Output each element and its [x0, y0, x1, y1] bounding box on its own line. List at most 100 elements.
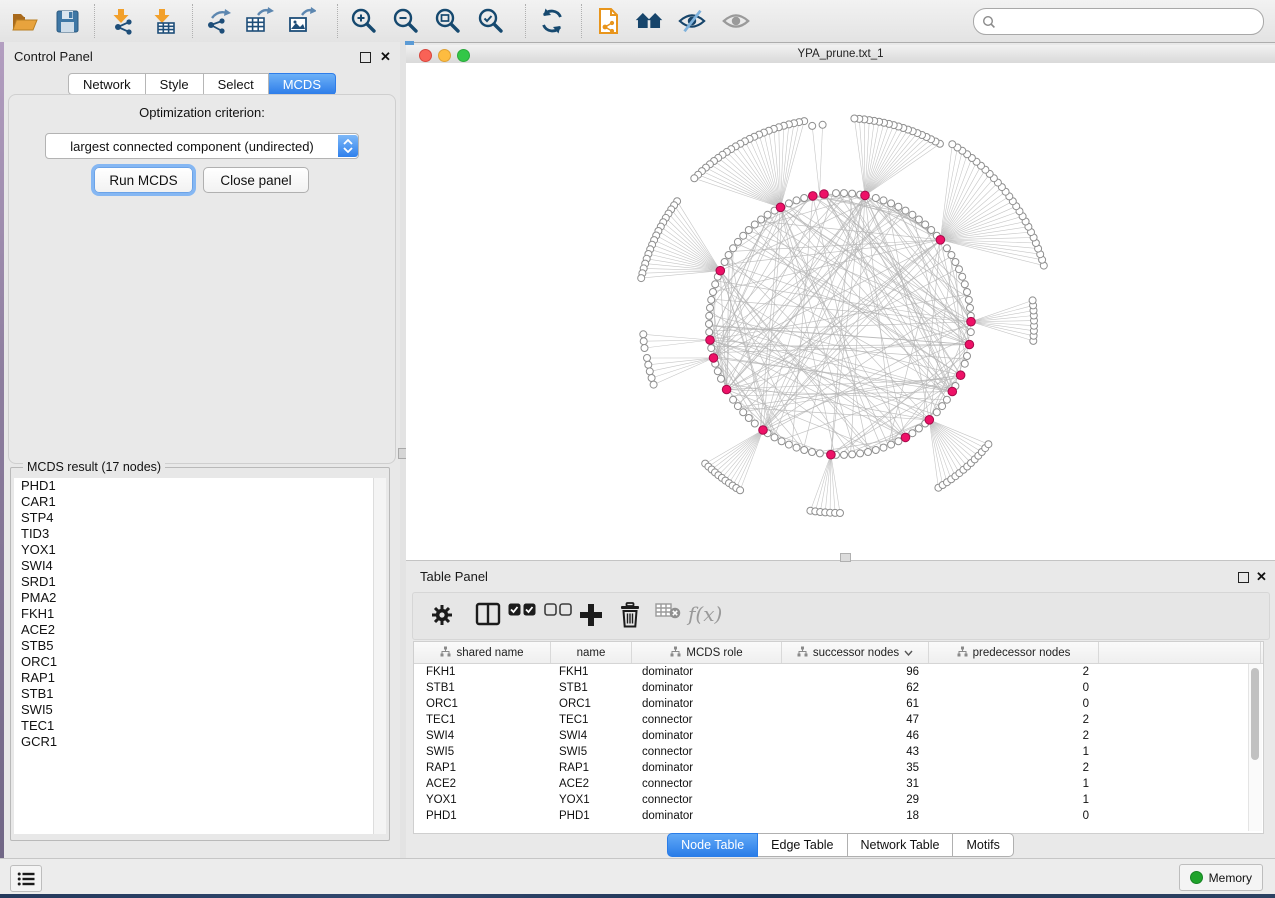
show-all-eye-icon[interactable] — [721, 6, 751, 36]
tab-network-table[interactable]: Network Table — [848, 833, 954, 857]
tab-network[interactable]: Network — [68, 73, 146, 95]
cell[interactable]: connector — [632, 794, 782, 806]
hide-selected-eye-icon[interactable] — [677, 6, 707, 36]
mcds-result-item[interactable]: SWI5 — [14, 702, 373, 718]
table-row[interactable]: PHD1PHD1dominator180 — [414, 808, 1263, 824]
cell[interactable]: FKH1 — [551, 666, 632, 678]
zoom-selected-icon[interactable] — [476, 6, 506, 36]
tab-style[interactable]: Style — [146, 73, 204, 95]
tab-mcds[interactable]: MCDS — [269, 73, 336, 95]
function-builder-icon[interactable]: f(x) — [688, 602, 722, 626]
export-network-icon[interactable] — [203, 6, 233, 36]
console-list-button[interactable] — [10, 865, 42, 892]
cell[interactable]: ACE2 — [551, 778, 632, 790]
cell[interactable]: dominator — [632, 698, 782, 710]
mcds-result-item[interactable]: TEC1 — [14, 718, 373, 734]
export-image-icon[interactable] — [286, 6, 316, 36]
refresh-icon[interactable] — [537, 6, 567, 36]
cell[interactable]: dominator — [632, 762, 782, 774]
criterion-select[interactable]: largest connected component (undirected) — [45, 133, 359, 159]
cell[interactable]: FKH1 — [414, 666, 551, 678]
cell[interactable]: STB1 — [414, 682, 551, 694]
cell[interactable]: PHD1 — [551, 810, 632, 822]
memory-button[interactable]: Memory — [1179, 864, 1263, 891]
float-table-panel-icon[interactable] — [1238, 572, 1249, 583]
cell[interactable]: 2 — [929, 714, 1099, 726]
cell[interactable]: dominator — [632, 682, 782, 694]
mcds-result-item[interactable]: PHD1 — [14, 478, 373, 494]
tab-motifs[interactable]: Motifs — [953, 833, 1013, 857]
mcds-result-item[interactable]: ACE2 — [14, 622, 373, 638]
close-table-panel-icon[interactable]: ✕ — [1256, 571, 1267, 582]
cell[interactable]: SWI4 — [414, 730, 551, 742]
table-row[interactable]: STB1STB1dominator620 — [414, 680, 1263, 696]
horizontal-splitter-handle[interactable] — [840, 553, 851, 562]
cell[interactable]: YOX1 — [551, 794, 632, 806]
column-header-MCDS-role[interactable]: MCDS role — [632, 642, 782, 663]
window-zoom-button[interactable] — [457, 49, 470, 62]
table-header-row[interactable]: shared namenameMCDS rolesuccessor nodesp… — [414, 642, 1263, 664]
tab-edge-table[interactable]: Edge Table — [758, 833, 847, 857]
mcds-result-item[interactable]: STB1 — [14, 686, 373, 702]
mcds-result-item[interactable]: YOX1 — [14, 542, 373, 558]
float-panel-icon[interactable] — [360, 52, 371, 63]
cell[interactable]: 2 — [929, 762, 1099, 774]
mcds-result-item[interactable]: STB5 — [14, 638, 373, 654]
table-row[interactable]: ACE2ACE2connector311 — [414, 776, 1263, 792]
cell[interactable]: RAP1 — [551, 762, 632, 774]
cell[interactable]: 61 — [782, 698, 929, 710]
zoom-in-icon[interactable] — [349, 6, 379, 36]
column-header-empty[interactable] — [1099, 642, 1261, 663]
mcds-result-item[interactable]: TID3 — [14, 526, 373, 542]
tab-node-table[interactable]: Node Table — [667, 833, 758, 857]
cell[interactable]: ORC1 — [414, 698, 551, 710]
cell[interactable]: 96 — [782, 666, 929, 678]
cell[interactable]: 1 — [929, 746, 1099, 758]
mcds-result-item[interactable]: STP4 — [14, 510, 373, 526]
table-row[interactable]: ORC1ORC1dominator610 — [414, 696, 1263, 712]
home-icon[interactable] — [634, 6, 664, 36]
mcds-result-item[interactable]: RAP1 — [14, 670, 373, 686]
cell[interactable]: 0 — [929, 810, 1099, 822]
cell[interactable]: 0 — [929, 682, 1099, 694]
cell[interactable]: 18 — [782, 810, 929, 822]
save-session-icon[interactable] — [52, 6, 82, 36]
cell[interactable]: PHD1 — [414, 810, 551, 822]
mcds-result-item[interactable]: FKH1 — [14, 606, 373, 622]
cell[interactable]: 31 — [782, 778, 929, 790]
window-minimize-button[interactable] — [438, 49, 451, 62]
import-network-icon[interactable] — [107, 6, 137, 36]
cell[interactable]: 1 — [929, 794, 1099, 806]
table-row[interactable]: FKH1FKH1dominator962 — [414, 664, 1263, 680]
cell[interactable]: 0 — [929, 698, 1099, 710]
network-window-titlebar[interactable]: YPA_prune.txt_1 — [406, 45, 1275, 64]
delete-column-trash-icon[interactable] — [618, 602, 642, 628]
cell[interactable]: ACE2 — [414, 778, 551, 790]
search-input[interactable] — [973, 8, 1264, 35]
cell[interactable]: ORC1 — [551, 698, 632, 710]
cell[interactable]: 29 — [782, 794, 929, 806]
mcds-result-list[interactable]: PHD1CAR1STP4TID3YOX1SWI4SRD1PMA2FKH1ACE2… — [14, 478, 373, 834]
mcds-result-item[interactable]: SRD1 — [14, 574, 373, 590]
cell[interactable]: 46 — [782, 730, 929, 742]
import-table-icon[interactable] — [148, 6, 178, 36]
cell[interactable]: dominator — [632, 730, 782, 742]
table-scrollbar[interactable] — [1248, 664, 1262, 831]
cell[interactable]: connector — [632, 714, 782, 726]
mcds-result-item[interactable]: GCR1 — [14, 734, 373, 750]
column-header-successor-nodes[interactable]: successor nodes — [782, 642, 929, 663]
cell[interactable]: dominator — [632, 666, 782, 678]
cell[interactable]: 2 — [929, 730, 1099, 742]
cell[interactable]: connector — [632, 778, 782, 790]
mcds-result-item[interactable]: SWI4 — [14, 558, 373, 574]
share-document-icon[interactable] — [594, 6, 624, 36]
table-row[interactable]: YOX1YOX1connector291 — [414, 792, 1263, 808]
cell[interactable]: SWI4 — [551, 730, 632, 742]
run-mcds-button[interactable]: Run MCDS — [94, 167, 193, 193]
network-graph[interactable] — [406, 63, 1275, 560]
table-row[interactable]: TEC1TEC1connector472 — [414, 712, 1263, 728]
zoom-fit-icon[interactable] — [433, 6, 463, 36]
column-header-predecessor-nodes[interactable]: predecessor nodes — [929, 642, 1099, 663]
table-row[interactable]: SWI5SWI5connector431 — [414, 744, 1263, 760]
mcds-result-item[interactable]: ORC1 — [14, 654, 373, 670]
